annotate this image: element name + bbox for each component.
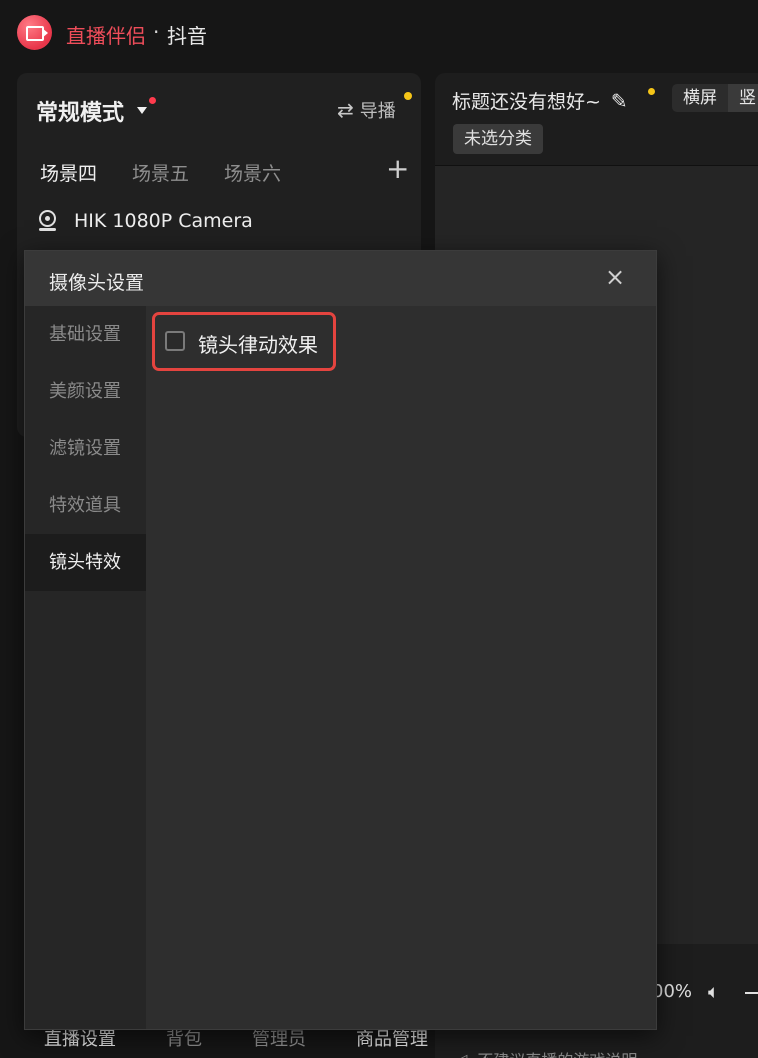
zoom-level: 00% bbox=[652, 981, 693, 1002]
guide-notification-dot bbox=[404, 92, 412, 100]
camera-source-item[interactable]: HIK 1080P Camera bbox=[37, 210, 253, 232]
nav-beauty-settings[interactable]: 美颜设置 bbox=[25, 363, 146, 420]
lens-rhythm-label: 镜头律动效果 bbox=[198, 333, 318, 357]
speaker-icon[interactable]: 🔈︎ bbox=[708, 981, 719, 1003]
webcam-icon bbox=[37, 210, 57, 232]
swap-arrows-icon: ⇄ bbox=[337, 98, 354, 122]
guide-label: 导播 bbox=[359, 101, 396, 122]
nav-effect-props[interactable]: 特效道具 bbox=[25, 477, 146, 534]
platform-name: 抖音 bbox=[167, 24, 207, 48]
camera-settings-dialog: 摄像头设置 × 基础设置 美颜设置 滤镜设置 特效道具 镜头特效 镜头律动效果 bbox=[24, 250, 657, 1030]
tab-scene-4[interactable]: 场景四 bbox=[40, 159, 97, 186]
tab-scene-5[interactable]: 场景五 bbox=[132, 159, 189, 186]
dialog-header: 摄像头设置 × bbox=[25, 251, 656, 306]
portrait-button[interactable]: 竖 bbox=[728, 84, 758, 112]
camera-name: HIK 1080P Camera bbox=[74, 210, 253, 232]
lens-rhythm-checkbox[interactable] bbox=[165, 331, 185, 351]
edit-pencil-icon[interactable]: ✎ bbox=[611, 89, 628, 113]
scene-tabs: 场景四 场景五 场景六 bbox=[40, 159, 281, 186]
dialog-title: 摄像头设置 bbox=[49, 272, 145, 294]
landscape-button[interactable]: 横屏 bbox=[672, 84, 728, 112]
add-scene-button[interactable]: + bbox=[386, 155, 409, 183]
mode-notification-dot bbox=[149, 97, 156, 104]
notice-link[interactable]: ◁ 不建议直播的游戏说明 bbox=[455, 1047, 637, 1058]
settings-nav: 基础设置 美颜设置 滤镜设置 特效道具 镜头特效 bbox=[25, 306, 146, 1029]
nav-filter-settings[interactable]: 滤镜设置 bbox=[25, 420, 146, 477]
stream-title[interactable]: 标题还没有想好~ bbox=[452, 87, 601, 114]
title-separator: · bbox=[153, 20, 160, 44]
category-selector[interactable]: 未选分类 bbox=[453, 124, 543, 154]
close-icon[interactable]: × bbox=[605, 265, 625, 289]
app-name: 直播伴侣 bbox=[66, 24, 146, 48]
lens-rhythm-option[interactable]: 镜头律动效果 bbox=[152, 312, 336, 371]
nav-lens-effects[interactable]: 镜头特效 bbox=[25, 534, 146, 591]
tab-scene-6[interactable]: 场景六 bbox=[224, 159, 281, 186]
notice-text: 不建议直播的游戏说明 bbox=[477, 1047, 637, 1058]
stream-title-row[interactable]: 标题还没有想好~ ✎ bbox=[452, 87, 628, 114]
nav-basic-settings[interactable]: 基础设置 bbox=[25, 306, 146, 363]
settings-content: 镜头律动效果 bbox=[146, 306, 656, 1029]
edit-notification-dot bbox=[648, 88, 655, 95]
app-window: 直播伴侣 · 抖音 常规模式 ⇄ 导播 场景四 场景五 场景六 + HIK 10… bbox=[0, 0, 758, 1058]
guide-button[interactable]: ⇄ 导播 bbox=[337, 97, 396, 123]
mode-selector[interactable]: 常规模式 bbox=[36, 95, 124, 127]
caret-down-icon[interactable] bbox=[137, 107, 147, 114]
volume-slider[interactable] bbox=[745, 992, 758, 994]
orientation-toggle: 横屏 竖 bbox=[672, 84, 758, 112]
app-logo-icon bbox=[17, 15, 52, 50]
title-bar: 直播伴侣 · 抖音 bbox=[0, 0, 758, 66]
